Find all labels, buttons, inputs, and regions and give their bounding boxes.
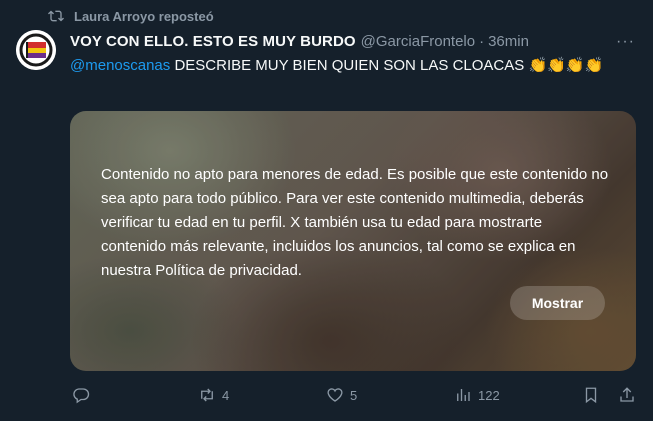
show-media-button[interactable]: Mostrar [510, 286, 605, 320]
repost-banner[interactable]: Laura Arroyo reposteó [48, 8, 214, 24]
separator-dot: · [479, 33, 485, 50]
action-bar: 4 5 122 [70, 386, 636, 408]
reply-icon [73, 388, 90, 404]
share-icon [620, 387, 634, 402]
sensitive-media[interactable]: Contenido no apto para menores de edad. … [70, 111, 636, 371]
share-button[interactable] [618, 386, 636, 404]
like-count: 5 [350, 387, 358, 403]
antifascist-flag-avatar [16, 30, 56, 70]
clapping-hands-emoji: 👏👏👏👏 [528, 56, 604, 74]
more-options-icon[interactable]: ··· [616, 33, 635, 51]
heart-icon [327, 388, 343, 402]
timestamp[interactable]: 36min [488, 33, 529, 50]
content-warning-text: Contenido no apto para menores de edad. … [101, 166, 609, 279]
reply-button[interactable] [72, 386, 96, 404]
bookmark-button[interactable] [582, 386, 600, 404]
repost-count: 4 [222, 387, 230, 403]
display-name[interactable]: VOY CON ELLO. ESTO ES MUY BURDO [70, 33, 356, 50]
analytics-icon [457, 389, 470, 401]
like-button[interactable]: 5 [326, 386, 357, 404]
tweet-text: @menoscanas DESCRIBE MUY BIEN QUIEN SON … [70, 55, 630, 76]
avatar[interactable] [16, 30, 56, 70]
views-button[interactable]: 122 [454, 386, 500, 404]
user-handle[interactable]: @GarciaFrontelo [361, 33, 475, 50]
tweet-body: DESCRIBE MUY BIEN QUIEN SON LAS CLOACAS [170, 57, 529, 74]
tweet-header: VOY CON ELLO. ESTO ES MUY BURDO @GarciaF… [70, 33, 637, 50]
mention-link[interactable]: @menoscanas [70, 57, 170, 74]
repost-label: Laura Arroyo reposteó [74, 8, 214, 24]
repost-icon [48, 10, 64, 22]
views-count: 122 [478, 387, 500, 403]
bookmark-icon [585, 387, 597, 404]
repost-action-icon [201, 388, 213, 402]
repost-button[interactable]: 4 [198, 386, 229, 404]
